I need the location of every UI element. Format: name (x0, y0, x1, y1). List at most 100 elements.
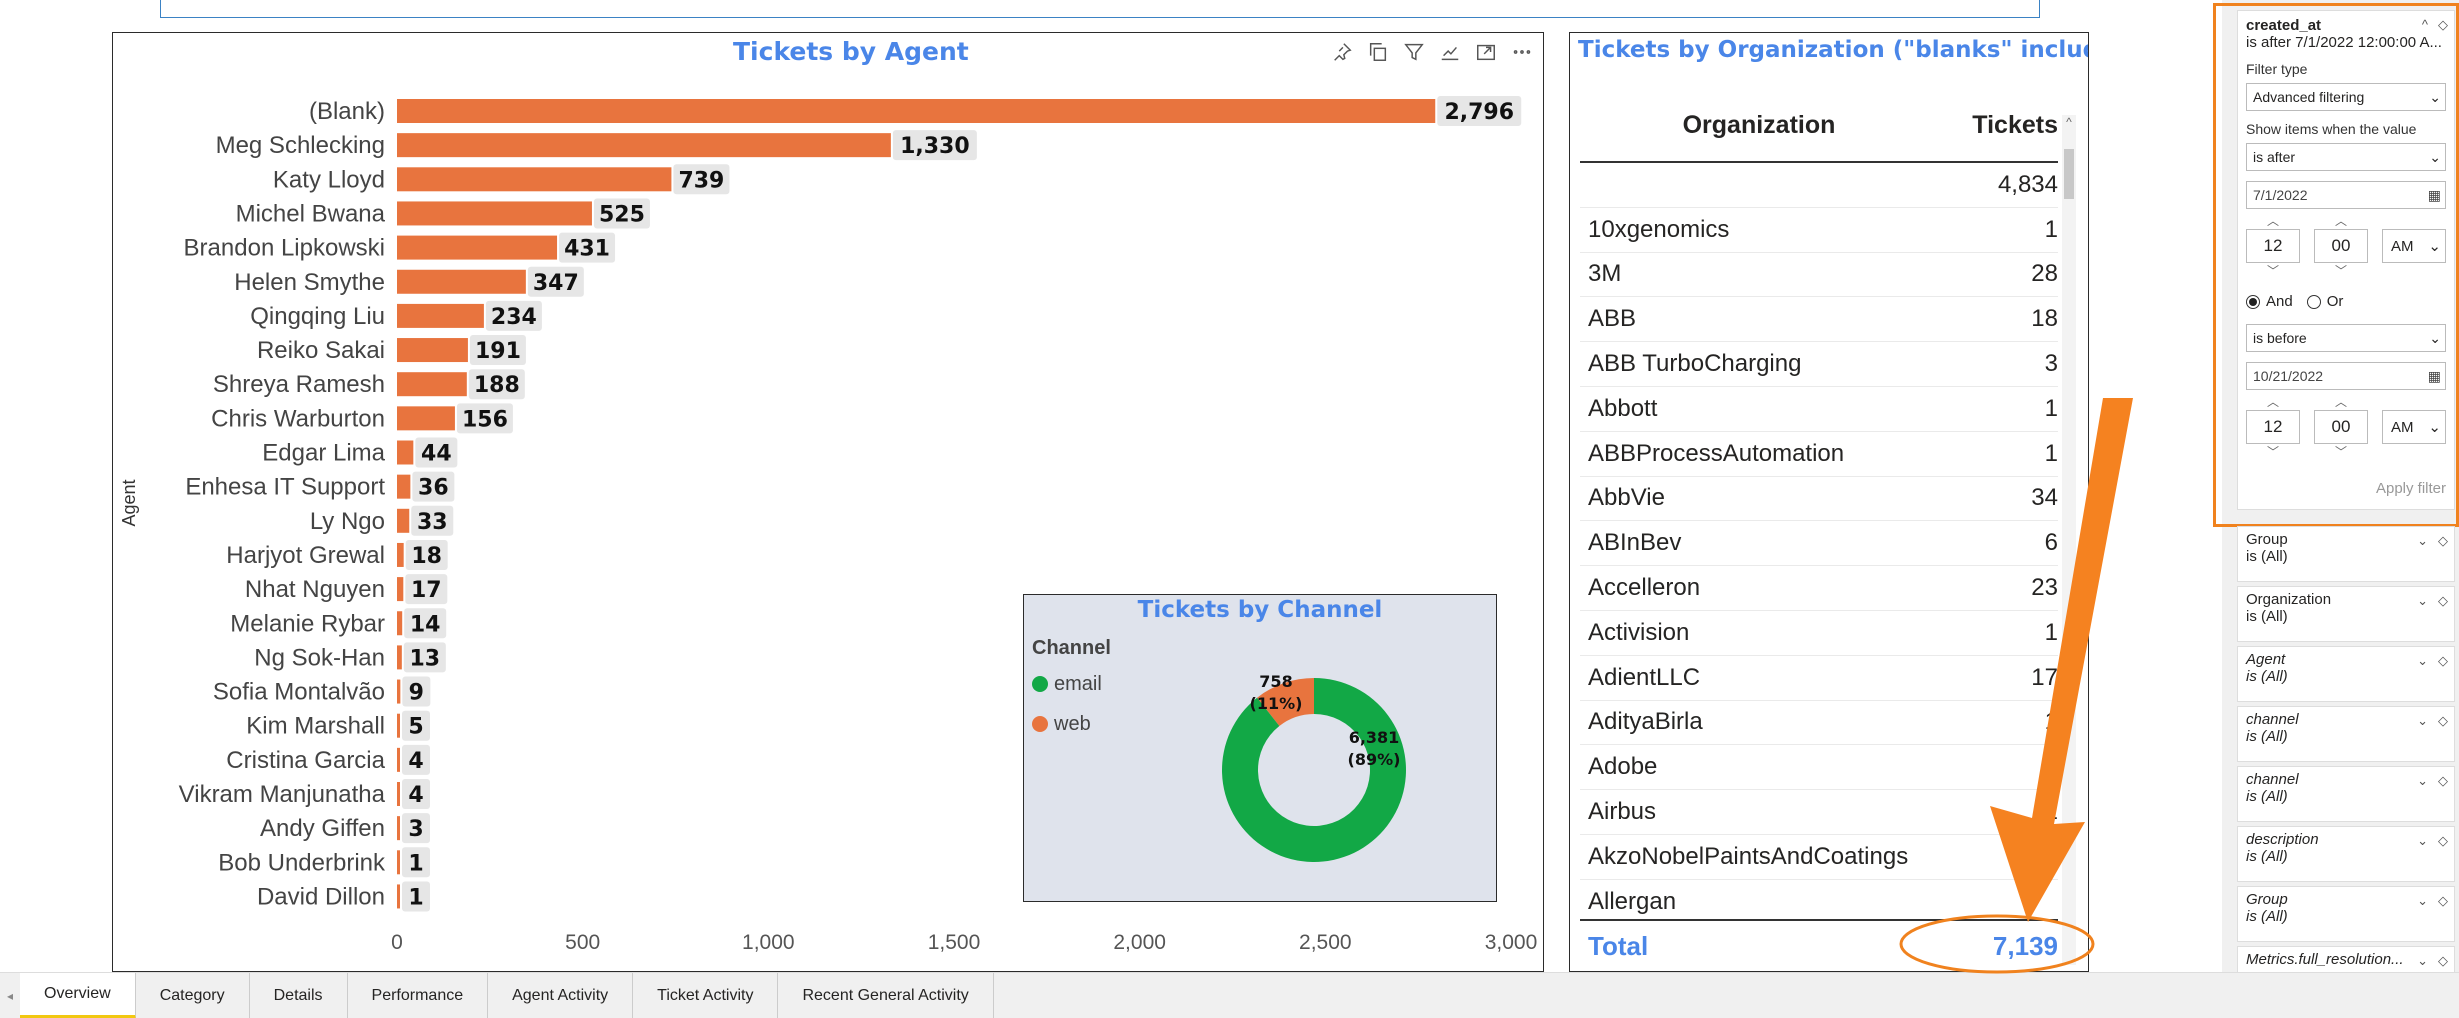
table-row[interactable]: AdientLLC 17 (1580, 656, 2058, 701)
tab-scroll-left-icon[interactable]: ◂ (0, 973, 20, 1018)
data-label: 18 (411, 544, 442, 569)
table-row[interactable]: 3M 28 (1580, 253, 2058, 298)
bar[interactable] (397, 440, 414, 465)
eraser-icon[interactable]: ◇ (2438, 953, 2448, 969)
bar[interactable] (397, 713, 400, 738)
data-label: 2,796 (1444, 100, 1514, 125)
bar[interactable] (397, 542, 404, 567)
table-row[interactable]: Adobe 5 (1580, 745, 2058, 791)
bar[interactable] (397, 406, 455, 431)
eraser-icon[interactable]: ◇ (2438, 653, 2448, 669)
bar[interactable] (397, 167, 672, 192)
legend-item-web[interactable]: web (1032, 704, 1111, 744)
bar[interactable] (397, 611, 403, 636)
column-header-organization[interactable]: Organization (1580, 111, 1938, 140)
filter-icon[interactable] (1401, 39, 1427, 65)
copy-icon[interactable] (1365, 39, 1391, 65)
tickets-by-organization-visual[interactable]: Tickets by Organization ("blanks" includ… (1569, 32, 2089, 972)
table-row[interactable]: ABBProcessAutomation 1 (1580, 432, 2058, 477)
bar[interactable] (397, 338, 468, 363)
page-tab[interactable]: Agent Activity (488, 973, 634, 1018)
bar[interactable] (397, 303, 484, 328)
page-tab[interactable]: Ticket Activity (633, 973, 779, 1018)
page-tab[interactable]: Category (135, 973, 250, 1018)
chevron-down-icon[interactable]: ⌄ (2417, 593, 2428, 609)
chevron-down-icon[interactable]: ⌄ (2417, 953, 2428, 969)
bar[interactable] (397, 747, 400, 772)
table-row[interactable]: Airbus 1 (1580, 790, 2058, 835)
bar[interactable] (397, 645, 402, 670)
bar[interactable] (397, 679, 401, 704)
x-tick-label: 500 (565, 931, 600, 954)
more-options-icon[interactable] (1509, 39, 1535, 65)
org-name-cell: Accelleron (1588, 574, 1701, 602)
table-row[interactable]: Accelleron 23 (1580, 566, 2058, 611)
bar[interactable] (397, 816, 400, 841)
focus-mode-icon[interactable] (1437, 39, 1463, 65)
bar[interactable] (397, 782, 400, 806)
chevron-down-icon[interactable]: ⌄ (2417, 533, 2428, 549)
bar[interactable] (397, 201, 592, 226)
agent-chart-title: Tickets by Agent (733, 37, 969, 66)
bar[interactable] (397, 235, 558, 260)
scroll-thumb[interactable] (2064, 149, 2074, 199)
bar[interactable] (397, 372, 467, 397)
filter-card[interactable]: ⌄ ◇ Group is (All) (2237, 886, 2455, 942)
chevron-down-icon[interactable]: ⌄ (2417, 893, 2428, 909)
chevron-down-icon[interactable]: ⌄ (2417, 833, 2428, 849)
table-row[interactable]: ABB 18 (1580, 297, 2058, 343)
data-label: 5 (408, 715, 423, 740)
eraser-icon[interactable]: ◇ (2438, 713, 2448, 729)
bar[interactable] (397, 99, 1436, 123)
eraser-icon[interactable]: ◇ (2438, 893, 2448, 909)
column-header-tickets[interactable]: Tickets (1938, 111, 2058, 140)
table-row[interactable]: AdityaBirla 1 (1580, 701, 2058, 746)
page-tab[interactable]: Overview (20, 973, 136, 1018)
page-tab[interactable]: Performance (347, 973, 489, 1018)
page-tab[interactable]: Recent General Activity (778, 973, 994, 1018)
tickets-cell: 5 (2044, 753, 2058, 781)
filter-card[interactable]: ⌄ ◇ Agent is (All) (2237, 646, 2455, 702)
bar[interactable] (397, 269, 526, 294)
filter-card[interactable]: ⌄ ◇ channel is (All) (2237, 706, 2455, 762)
org-table-total-row: Total 7,139 (1580, 919, 2058, 971)
bar[interactable] (397, 577, 404, 602)
eraser-icon[interactable]: ◇ (2438, 833, 2448, 849)
bar[interactable] (397, 508, 410, 533)
table-row[interactable]: AbbVie 34 (1580, 477, 2058, 522)
filter-card[interactable]: ⌄ ◇ Group is (All) (2237, 526, 2455, 582)
tickets-cell: 4,834 (1997, 170, 2058, 198)
table-row[interactable]: Abbott 1 (1580, 387, 2058, 432)
tickets-cell: 23 (2031, 574, 2058, 602)
filter-card[interactable]: ⌄ ◇ description is (All) (2237, 826, 2455, 882)
expand-icon[interactable] (1473, 39, 1499, 65)
bar[interactable] (397, 474, 411, 499)
bar[interactable] (397, 133, 891, 158)
bar[interactable] (397, 850, 400, 875)
table-row[interactable]: Activision 1 (1580, 611, 2058, 656)
page-tab[interactable]: Details (249, 973, 348, 1018)
eraser-icon[interactable]: ◇ (2438, 593, 2448, 609)
org-table-scrollbar[interactable]: ^ (2062, 115, 2076, 965)
table-row[interactable]: Allergan (1580, 880, 2058, 925)
eraser-icon[interactable]: ◇ (2438, 773, 2448, 789)
legend-item-email[interactable]: email (1032, 664, 1111, 704)
chevron-down-icon[interactable]: ⌄ (2417, 653, 2428, 669)
table-row[interactable]: ABB TurboCharging 3 (1580, 342, 2058, 387)
table-row[interactable]: AkzoNobelPaintsAndCoatings (1580, 835, 2058, 880)
pin-icon[interactable] (1329, 39, 1355, 65)
category-label: Brandon Lipkowski (184, 235, 385, 262)
eraser-icon[interactable]: ◇ (2438, 533, 2448, 549)
table-row[interactable]: ABInBev 6 (1580, 521, 2058, 567)
chevron-down-icon[interactable]: ⌄ (2417, 713, 2428, 729)
tickets-by-channel-visual[interactable]: 758 (11%) 6,381 (89%) Tickets by Channel Ch… (1023, 594, 1497, 902)
category-label: Meg Schlecking (216, 132, 385, 159)
table-row[interactable]: 10xgenomics 1 (1580, 208, 2058, 253)
category-label: Kim Marshall (246, 713, 385, 740)
filter-card[interactable]: ⌄ ◇ Organization is (All) (2237, 586, 2455, 642)
table-row[interactable]: 4,834 (1580, 163, 2058, 208)
scroll-up-icon[interactable]: ^ (2062, 115, 2076, 131)
chevron-down-icon[interactable]: ⌄ (2417, 773, 2428, 789)
bar[interactable] (397, 884, 400, 909)
filter-card[interactable]: ⌄ ◇ channel is (All) (2237, 766, 2455, 822)
